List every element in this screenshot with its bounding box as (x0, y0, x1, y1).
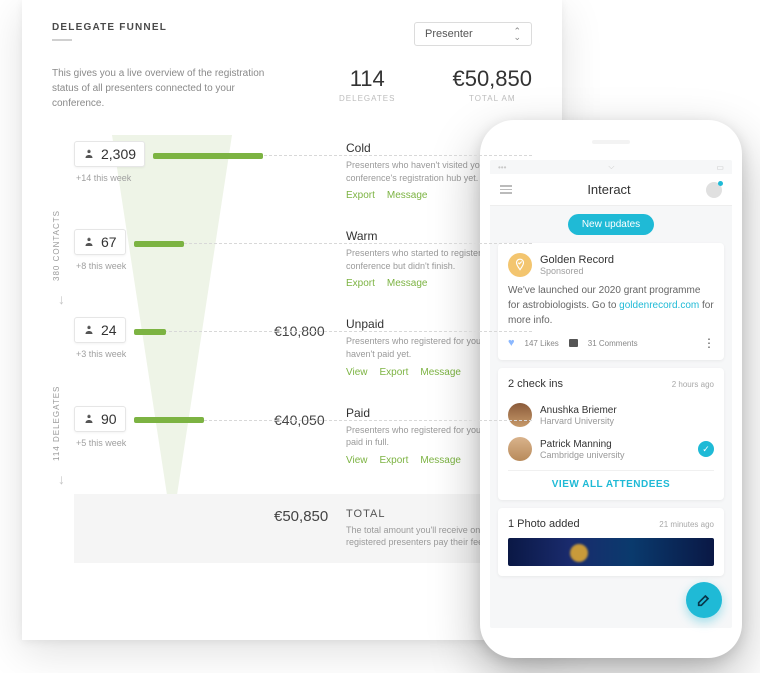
edit-icon (696, 592, 712, 608)
comments-count: 31 Comments (588, 339, 638, 348)
check-icon: ✓ (698, 441, 714, 457)
battery-icon: ▭ (716, 163, 724, 172)
message-link[interactable]: Message (420, 367, 461, 378)
stage-count-pill: 24 (74, 317, 126, 343)
view-link[interactable]: View (346, 367, 368, 378)
hamburger-icon[interactable] (500, 185, 512, 194)
panel-title-block: DELEGATE FUNNEL (52, 22, 167, 41)
stage-divider (154, 243, 532, 244)
stage-count-pill: 90 (74, 406, 126, 432)
stage-bar (134, 241, 184, 247)
attendee-name: Anushka Briemer (540, 405, 714, 416)
stage-week-delta: +3 this week (76, 349, 274, 359)
heart-icon[interactable]: ♥ (508, 337, 515, 349)
post-link[interactable]: goldenrecord.com (619, 300, 699, 311)
app-header: Interact (490, 174, 732, 206)
wifi-icon: ⌵ (608, 162, 614, 172)
more-icon[interactable]: ⋮ (703, 336, 714, 350)
likes-count: 147 Likes (525, 339, 559, 348)
attendee-name: Patrick Manning (540, 439, 690, 450)
metric-delegates-label: DELEGATES (332, 94, 402, 103)
title-underline (52, 39, 72, 41)
stage-bar (134, 417, 204, 423)
side-label-delegates: 114 DELEGATES (52, 386, 61, 461)
post-author: Golden Record (540, 254, 614, 266)
photo-added-card: 1 Photo added 21 minutes ago (498, 508, 724, 576)
view-link[interactable]: View (346, 455, 368, 466)
stage-week-delta: +5 this week (76, 438, 274, 448)
message-link[interactable]: Message (387, 278, 428, 289)
side-label-contacts: 380 CONTACTS (52, 210, 61, 281)
sponsored-post-card: Golden Record Sponsored We've launched o… (498, 243, 724, 360)
person-icon (83, 148, 95, 160)
export-link[interactable]: Export (346, 190, 375, 201)
funnel-stage: 2,309+14 this weekColdPresenters who hav… (74, 141, 532, 201)
stage-divider (154, 331, 532, 332)
attendee-avatar (508, 437, 532, 461)
export-link[interactable]: Export (380, 367, 409, 378)
export-link[interactable]: Export (346, 278, 375, 289)
post-sponsored-label: Sponsored (540, 266, 614, 276)
side-labels: 380 CONTACTS ↓ 114 DELEGATES ↓ (52, 141, 74, 563)
photo-title: 1 Photo added (508, 518, 580, 530)
stage-week-delta: +14 this week (76, 173, 274, 183)
compose-fab[interactable] (686, 582, 722, 618)
presenter-dropdown[interactable]: Presenter ⌃⌄ (414, 22, 532, 46)
photo-time: 21 minutes ago (659, 520, 714, 529)
signal-icon: ••• (498, 163, 506, 172)
attendee-org: Cambridge university (540, 450, 690, 460)
post-avatar-icon (508, 253, 532, 277)
attendee-row[interactable]: Anushka BriemerHarvard University (508, 398, 714, 432)
photo-thumbnail[interactable] (508, 538, 714, 566)
person-icon (83, 413, 95, 425)
attendee-org: Harvard University (540, 416, 714, 426)
stage-week-delta: +8 this week (76, 261, 274, 271)
post-body: We've launched our 2020 grant programme … (508, 283, 714, 328)
comment-icon[interactable] (569, 339, 578, 347)
panel-title: DELEGATE FUNNEL (52, 22, 167, 33)
stage-bar (153, 153, 263, 159)
panel-description: This gives you a live overview of the re… (52, 66, 282, 111)
stage-count-pill: 2,309 (74, 141, 145, 167)
checkins-time: 2 hours ago (672, 380, 714, 389)
stage-count-pill: 67 (74, 229, 126, 255)
export-link[interactable]: Export (380, 455, 409, 466)
message-link[interactable]: Message (387, 190, 428, 201)
arrow-down-icon: ↓ (58, 291, 65, 307)
person-icon (83, 324, 95, 336)
person-icon (83, 236, 95, 248)
status-bar: ••• ⌵ ▭ (490, 160, 732, 174)
metric-delegates: 114 DELEGATES (332, 66, 402, 103)
metric-total: €50,850 TOTAL AM (452, 66, 532, 103)
profile-avatar[interactable] (706, 182, 722, 198)
app-title: Interact (587, 182, 630, 197)
funnel-stage: 90+5 this week€40,050PaidPresenters who … (74, 406, 532, 466)
phone-mockup: ••• ⌵ ▭ Interact New updates Golden Reco… (480, 120, 742, 658)
new-updates-button[interactable]: New updates (568, 214, 654, 235)
total-row: €50,850 TOTAL The total amount you'll re… (74, 494, 532, 563)
metric-delegates-value: 114 (332, 66, 402, 92)
metric-total-label: TOTAL AM (452, 94, 532, 103)
stage-bar (134, 329, 166, 335)
checkins-title: 2 check ins (508, 378, 563, 390)
checkins-card: 2 check ins 2 hours ago Anushka BriemerH… (498, 368, 724, 500)
attendee-avatar (508, 403, 532, 427)
stage-divider (154, 420, 532, 421)
dropdown-label: Presenter (425, 28, 473, 40)
total-amount: €50,850 (274, 508, 328, 525)
funnel-stage: 67+8 this weekWarmPresenters who started… (74, 229, 532, 289)
chevron-updown-icon: ⌃⌄ (513, 28, 521, 40)
funnel-stage: 24+3 this week€10,800UnpaidPresenters wh… (74, 317, 532, 377)
metric-total-value: €50,850 (452, 66, 532, 92)
message-link[interactable]: Message (420, 455, 461, 466)
arrow-down-icon: ↓ (58, 471, 65, 487)
attendee-row[interactable]: Patrick ManningCambridge university ✓ (508, 432, 714, 466)
view-all-attendees-link[interactable]: VIEW ALL ATTENDEES (508, 470, 714, 490)
